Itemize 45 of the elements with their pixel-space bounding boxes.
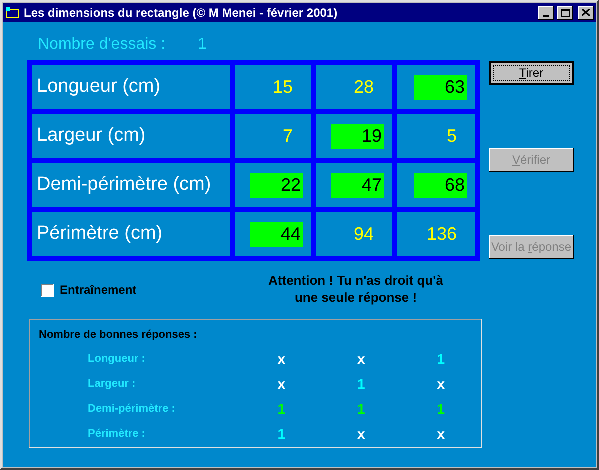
score-mark: x — [437, 425, 445, 444]
attempts-label: Nombre d'essais : — [38, 35, 167, 55]
score-label: Largeur : — [88, 377, 137, 392]
row-label: Périmètre (cm) — [32, 212, 230, 256]
training-checkbox[interactable] — [41, 284, 54, 296]
value-cell: 44 — [250, 222, 303, 246]
score-label: Longueur : — [88, 352, 146, 368]
score-label: Périmètre : — [88, 427, 146, 442]
score-mark: x — [278, 350, 286, 369]
score-mark: 1 — [437, 400, 445, 419]
warning-text: une seule réponse ! — [294, 289, 418, 306]
score-mark: 1 — [357, 400, 366, 419]
score-mark: x — [278, 375, 286, 394]
score-label: Demi-périmètre : — [88, 402, 176, 418]
score-mark: 1 — [437, 350, 445, 369]
score-mark: x — [357, 425, 366, 444]
value-text: 7 — [282, 124, 294, 148]
maximize-button[interactable] — [557, 6, 573, 20]
score-mark: x — [437, 375, 445, 394]
value-text: 5 — [446, 124, 458, 148]
score-title: Nombre de bonnes réponses : — [39, 328, 198, 343]
training-label: Entraînement — [60, 282, 137, 299]
attempts-count: 1 — [198, 35, 207, 55]
value-cell: 47 — [331, 172, 384, 198]
value-text: 15 — [272, 76, 294, 98]
value-text: 136 — [426, 222, 458, 246]
action-button[interactable]: Tirer — [489, 61, 574, 85]
close-icon — [582, 9, 590, 16]
minimize-button[interactable] — [538, 6, 554, 20]
score-mark: 1 — [278, 400, 286, 419]
row-label: Demi-périmètre (cm) — [32, 163, 230, 207]
value-cell: 63 — [414, 74, 467, 100]
row-label: Largeur (cm) — [32, 114, 230, 158]
score-mark: 1 — [278, 425, 286, 444]
row-label: Longueur (cm) — [32, 65, 230, 109]
value-cell: 68 — [414, 172, 467, 198]
value-text: 28 — [354, 76, 375, 98]
value-cell: 19 — [331, 124, 384, 148]
close-button[interactable] — [578, 6, 594, 20]
score-mark: x — [357, 350, 366, 369]
value-text: 94 — [354, 222, 375, 246]
window-title: Les dimensions du rectangle (© M Menei - février 2001) — [24, 4, 339, 22]
value-cell: 22 — [250, 172, 303, 198]
warning-text: Attention ! Tu n'as droit qu'à — [268, 272, 444, 289]
score-mark: 1 — [357, 375, 366, 394]
